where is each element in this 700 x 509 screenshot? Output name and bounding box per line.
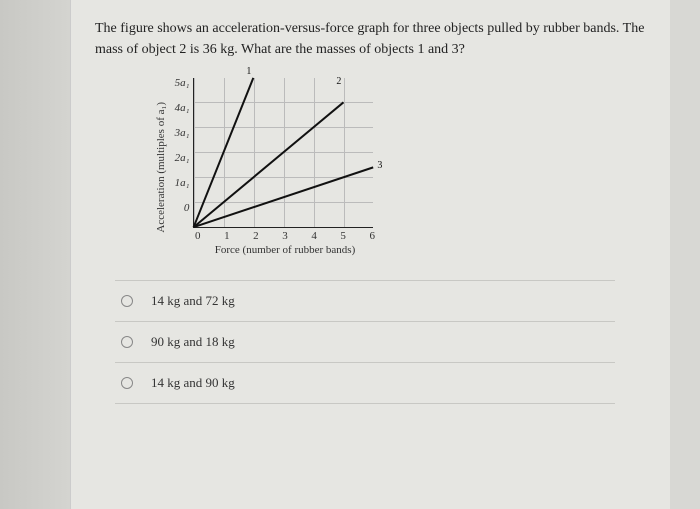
series-2 [193, 101, 344, 227]
answer-options: 14 kg and 72 kg 90 kg and 18 kg 14 kg an… [115, 280, 615, 404]
radio-icon [121, 377, 133, 389]
option-label: 14 kg and 72 kg [151, 293, 235, 309]
series-3 [194, 166, 374, 227]
chart-xlabel: Force (number of rubber bands) [215, 244, 356, 256]
series-1 [193, 77, 254, 227]
radio-icon [121, 295, 133, 307]
radio-icon [121, 336, 133, 348]
series-1-label: 1 [246, 66, 251, 77]
chart-yticks: 5a₁ 4a₁ 3a₁ 2a₁ 1a₁ 0 [175, 78, 190, 228]
option-label: 14 kg and 90 kg [151, 375, 235, 391]
option-1[interactable]: 14 kg and 72 kg [115, 280, 615, 321]
page-edge-shadow [0, 0, 70, 509]
page: The figure shows an acceleration-versus-… [70, 0, 670, 509]
option-label: 90 kg and 18 kg [151, 334, 235, 350]
series-2-label: 2 [336, 76, 341, 87]
chart-xticks: 0 1 2 3 4 5 6 [195, 230, 375, 242]
chart-ylabel: Acceleration (multiples of a₁) [155, 102, 167, 233]
question-text: The figure shows an acceleration-versus-… [95, 18, 646, 60]
series-3-label: 3 [377, 160, 382, 171]
chart: Acceleration (multiples of a₁) 5a₁ 4a₁ 3… [155, 78, 646, 256]
option-2[interactable]: 90 kg and 18 kg [115, 321, 615, 362]
option-3[interactable]: 14 kg and 90 kg [115, 362, 615, 404]
chart-plot-area: 1 2 3 [193, 78, 373, 228]
